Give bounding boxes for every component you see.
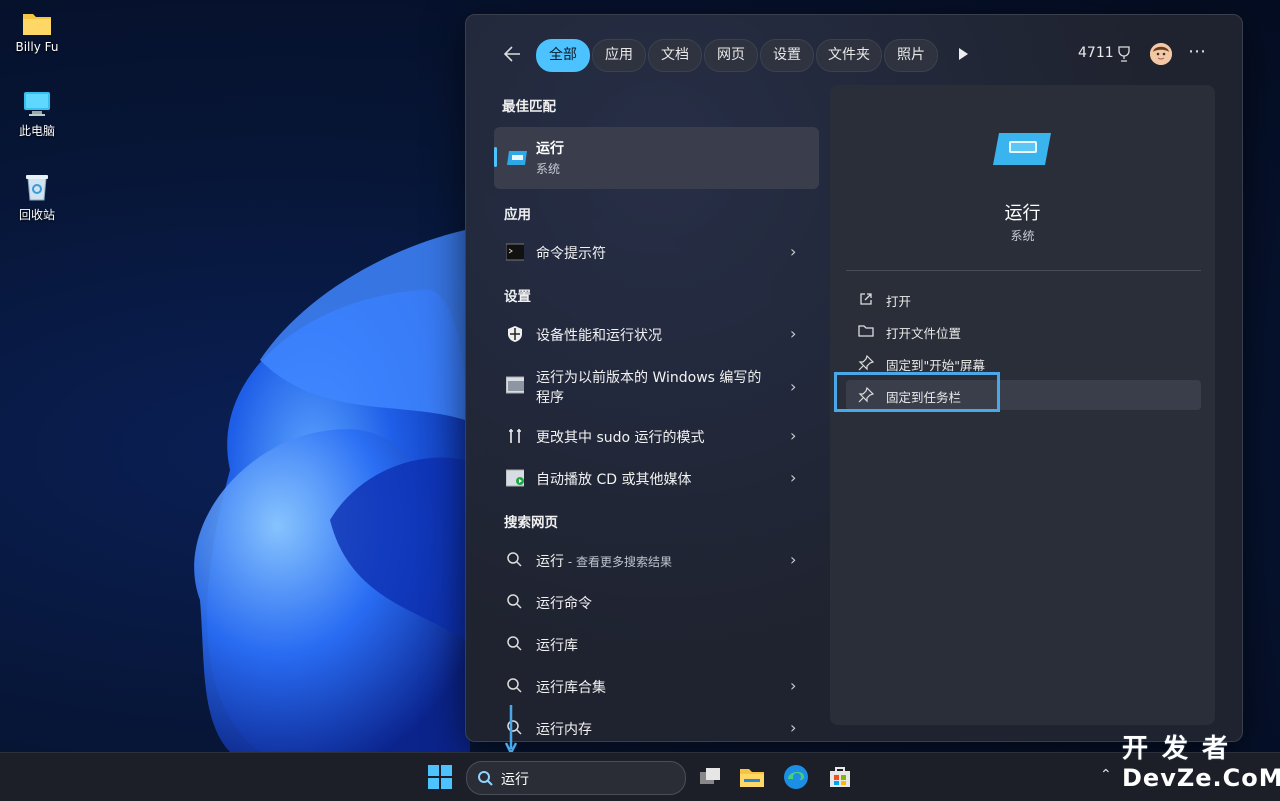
result-label: 运行内存: [536, 722, 592, 738]
avatar[interactable]: [1150, 43, 1172, 65]
desktop-icon-this-pc[interactable]: 此电脑: [4, 90, 70, 139]
result-label: 设备性能和运行状况: [536, 328, 662, 344]
web-query-suffix: - 查看更多搜索结果: [564, 555, 672, 569]
pin-icon: [858, 355, 874, 371]
web-query: 运行: [536, 554, 564, 570]
windows-start-icon[interactable]: [426, 763, 454, 791]
tab-folders[interactable]: 文件夹: [816, 39, 882, 72]
desktop-icon-label: 回收站: [18, 208, 55, 222]
watermark-line2: DevZe.CoM: [1122, 764, 1280, 792]
run-app-icon: [507, 151, 527, 165]
web-result-2[interactable]: 运行命令: [494, 582, 819, 622]
chevron-right-icon[interactable]: ›: [790, 324, 796, 343]
web-result-5[interactable]: 运行内存 ›: [494, 708, 819, 741]
search-input-value[interactable]: 运行: [501, 769, 529, 789]
result-label: 命令提示符: [536, 246, 606, 262]
tab-web[interactable]: 网页: [704, 39, 758, 72]
back-arrow-icon[interactable]: [502, 43, 526, 67]
search-icon: [507, 678, 522, 693]
tab-apps[interactable]: 应用: [592, 39, 646, 72]
taskbar: 运行 ⌃: [0, 752, 1280, 801]
desktop-icon-billy-fu[interactable]: Billy Fu: [4, 10, 70, 54]
search-filter-bar: 全部 应用 文档 网页 设置 文件夹 照片 4711 ⋯: [466, 15, 1242, 91]
result-label: 运行库: [536, 638, 578, 654]
chevron-right-icon[interactable]: ›: [790, 426, 796, 445]
recycle-bin-icon: [26, 175, 48, 201]
desktop-icon-recycle-bin[interactable]: 回收站: [4, 172, 70, 223]
result-label: 运行库合集: [536, 680, 606, 696]
compatibility-icon: [506, 376, 524, 394]
search-icon: [478, 771, 493, 786]
section-apps: 应用: [504, 207, 531, 223]
action-open-file-location[interactable]: 打开文件位置: [846, 316, 1201, 346]
result-label: 更改其中 sudo 运行的模式: [536, 430, 705, 446]
more-options-icon[interactable]: ⋯: [1188, 41, 1207, 62]
web-result-3[interactable]: 运行库: [494, 624, 819, 664]
desktop-icon-label: Billy Fu: [15, 40, 59, 54]
microsoft-store-icon[interactable]: [826, 763, 854, 791]
watermark: 开发者 DevZe.CoM: [1122, 734, 1280, 800]
result-label: 自动播放 CD 或其他媒体: [536, 472, 692, 488]
best-match-item[interactable]: 运行 系统: [494, 127, 819, 189]
result-command-prompt[interactable]: 命令提示符 ›: [494, 232, 819, 272]
trophy-icon[interactable]: [1116, 45, 1132, 63]
edge-browser-icon[interactable]: [782, 763, 810, 791]
shield-icon: [508, 326, 522, 342]
web-result-1[interactable]: 运行 - 查看更多搜索结果 ›: [494, 540, 819, 580]
open-external-icon: [860, 293, 872, 305]
best-match-subtitle: 系统: [536, 162, 561, 176]
web-result-4[interactable]: 运行库合集 ›: [494, 666, 819, 706]
detail-subtitle: 系统: [1010, 229, 1035, 243]
file-explorer-icon[interactable]: [738, 763, 766, 791]
tab-all[interactable]: 全部: [536, 39, 590, 72]
tab-settings[interactable]: 设置: [760, 39, 814, 72]
more-tabs-play-icon[interactable]: [954, 45, 972, 63]
show-hidden-icons-chevron-icon[interactable]: ⌃: [1100, 767, 1112, 783]
search-icon: [507, 552, 522, 567]
result-label: 运行为以前版本的 Windows 编写的程序: [536, 370, 762, 406]
selection-indicator: [494, 147, 497, 167]
desktop-icon-label: 此电脑: [18, 124, 55, 138]
search-icon: [507, 594, 522, 609]
section-best-match: 最佳匹配: [502, 99, 556, 115]
annotation-arrow-icon: [504, 705, 518, 755]
section-web: 搜索网页: [504, 515, 558, 531]
tab-photos[interactable]: 照片: [884, 39, 938, 72]
chevron-right-icon[interactable]: ›: [790, 676, 796, 695]
chevron-right-icon[interactable]: ›: [790, 377, 796, 396]
result-sudo-mode[interactable]: 更改其中 sudo 运行的模式 ›: [494, 416, 819, 456]
chevron-right-icon[interactable]: ›: [790, 242, 796, 261]
detail-title: 运行: [1004, 203, 1041, 224]
action-open[interactable]: 打开: [846, 284, 1201, 314]
action-label: 打开文件位置: [886, 326, 962, 341]
result-device-health[interactable]: 设备性能和运行状况 ›: [494, 314, 819, 354]
taskbar-search-box[interactable]: 运行: [466, 761, 686, 795]
rewards-points: 4711: [1078, 45, 1114, 61]
result-autoplay[interactable]: 自动播放 CD 或其他媒体 ›: [494, 458, 819, 498]
highlight-annotation-box: [834, 372, 1000, 412]
search-panel: 全部 应用 文档 网页 设置 文件夹 照片 4711 ⋯ 最佳匹配 运行 系统 …: [465, 14, 1243, 742]
action-label: 打开: [886, 294, 912, 309]
autoplay-icon: [506, 469, 524, 487]
folder-icon: [23, 14, 51, 35]
result-label: 运行命令: [536, 596, 592, 612]
detail-pane: 运行 系统 打开 打开文件位置 固定到"开始"屏幕 固定到任务栏: [830, 85, 1215, 725]
folder-open-icon: [858, 325, 874, 337]
best-match-title: 运行: [536, 141, 564, 157]
task-view-icon[interactable]: [696, 763, 724, 791]
tab-documents[interactable]: 文档: [648, 39, 702, 72]
divider: [846, 270, 1201, 271]
tools-icon: [509, 429, 521, 443]
result-label: 运行 - 查看更多搜索结果: [536, 551, 672, 571]
watermark-line1: 开发者: [1122, 734, 1243, 764]
command-prompt-icon: [506, 243, 524, 261]
chevron-right-icon[interactable]: ›: [790, 718, 796, 737]
result-compatibility[interactable]: 运行为以前版本的 Windows 编写的程序 ›: [494, 365, 819, 409]
chevron-right-icon[interactable]: ›: [790, 550, 796, 569]
chevron-right-icon[interactable]: ›: [790, 468, 796, 487]
run-app-large-icon: [993, 133, 1051, 165]
section-settings: 设置: [504, 289, 531, 305]
search-icon: [507, 636, 522, 651]
computer-icon: [24, 92, 50, 116]
